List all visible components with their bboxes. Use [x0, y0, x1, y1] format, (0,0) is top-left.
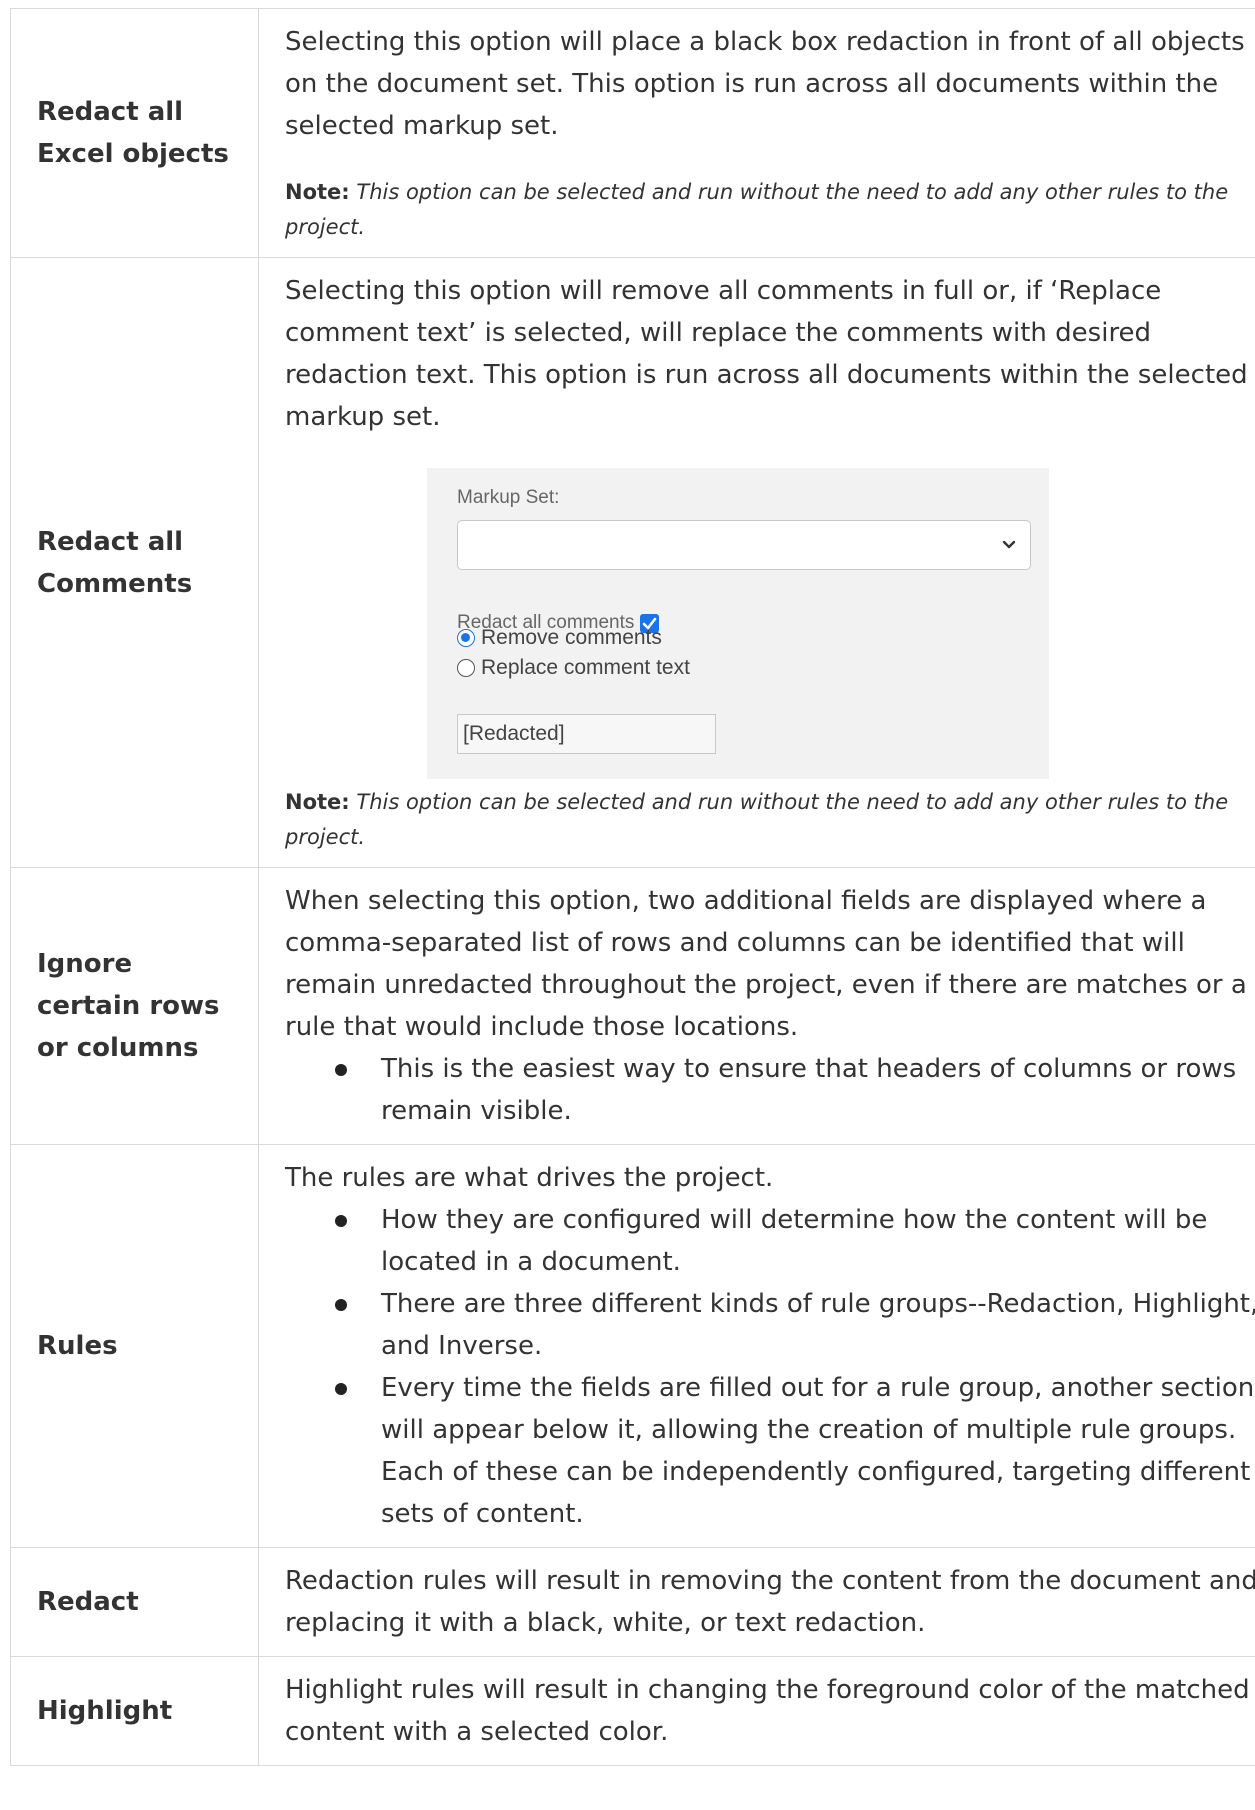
table-row: Ignore certain rows or columns When sele… [10, 867, 1255, 1145]
row-description: Redaction rules will result in removing … [285, 1566, 1255, 1638]
options-table: Redact all Excel objects Selecting this … [10, 8, 1255, 1766]
replace-text-input[interactable]: [Redacted] [457, 714, 716, 754]
note-label: Note: [285, 790, 350, 814]
row-label: Rules [10, 1144, 259, 1548]
row-description-cell: Selecting this option will place a black… [258, 8, 1255, 258]
table-row: Highlight Highlight rules will result in… [10, 1656, 1255, 1766]
row-description: Highlight rules will result in changing … [285, 1675, 1250, 1747]
bullet-list: How they are configured will determine h… [285, 1199, 1255, 1535]
markup-set-label: Markup Set: [457, 487, 560, 508]
remove-comments-label: Remove comments [481, 626, 662, 649]
table-row: Redact all Excel objects Selecting this … [10, 8, 1255, 258]
radio-selected-icon[interactable] [457, 629, 475, 647]
row-description: Selecting this option will place a black… [285, 27, 1245, 141]
row-description-cell: Selecting this option will remove all co… [258, 257, 1255, 868]
bullet-list: This is the easiest way to ensure that h… [285, 1048, 1255, 1132]
list-item: How they are configured will determine h… [335, 1199, 1255, 1283]
markup-set-select[interactable] [457, 520, 1031, 570]
row-description: The rules are what drives the project. [285, 1163, 774, 1193]
table-row: Rules The rules are what drives the proj… [10, 1144, 1255, 1548]
list-item: There are three different kinds of rule … [335, 1283, 1255, 1367]
table-row: Redact Redaction rules will result in re… [10, 1547, 1255, 1657]
row-description-cell: Highlight rules will result in changing … [258, 1656, 1255, 1766]
row-label: Ignore certain rows or columns [10, 867, 259, 1145]
note-text: This option can be selected and run with… [285, 180, 1229, 239]
redact-comments-form-screenshot: Markup Set: Redact all comments Remove c… [427, 468, 1049, 779]
row-description-cell: The rules are what drives the project. H… [258, 1144, 1255, 1548]
radio-unselected-icon[interactable] [457, 659, 475, 677]
remove-comments-option[interactable]: Remove comments [457, 625, 662, 651]
replace-comment-text-label: Replace comment text [481, 656, 690, 679]
row-label: Redact all Excel objects [10, 8, 259, 258]
chevron-down-icon [1002, 540, 1016, 549]
row-description-cell: When selecting this option, two addition… [258, 867, 1255, 1145]
note-text: This option can be selected and run with… [285, 790, 1229, 849]
replace-comment-text-option[interactable]: Replace comment text [457, 655, 690, 681]
note: Note: This option can be selected and ru… [285, 175, 1255, 245]
row-label: Highlight [10, 1656, 259, 1766]
row-description: When selecting this option, two addition… [285, 886, 1247, 1042]
list-item: This is the easiest way to ensure that h… [335, 1048, 1255, 1132]
table-row: Redact all Comments Selecting this optio… [10, 257, 1255, 868]
row-label: Redact [10, 1547, 259, 1657]
note: Note: This option can be selected and ru… [285, 785, 1255, 855]
row-description: Selecting this option will remove all co… [285, 276, 1248, 432]
list-item: Every time the fields are filled out for… [335, 1367, 1255, 1535]
row-label: Redact all Comments [10, 257, 259, 868]
row-description-cell: Redaction rules will result in removing … [258, 1547, 1255, 1657]
note-label: Note: [285, 180, 350, 204]
